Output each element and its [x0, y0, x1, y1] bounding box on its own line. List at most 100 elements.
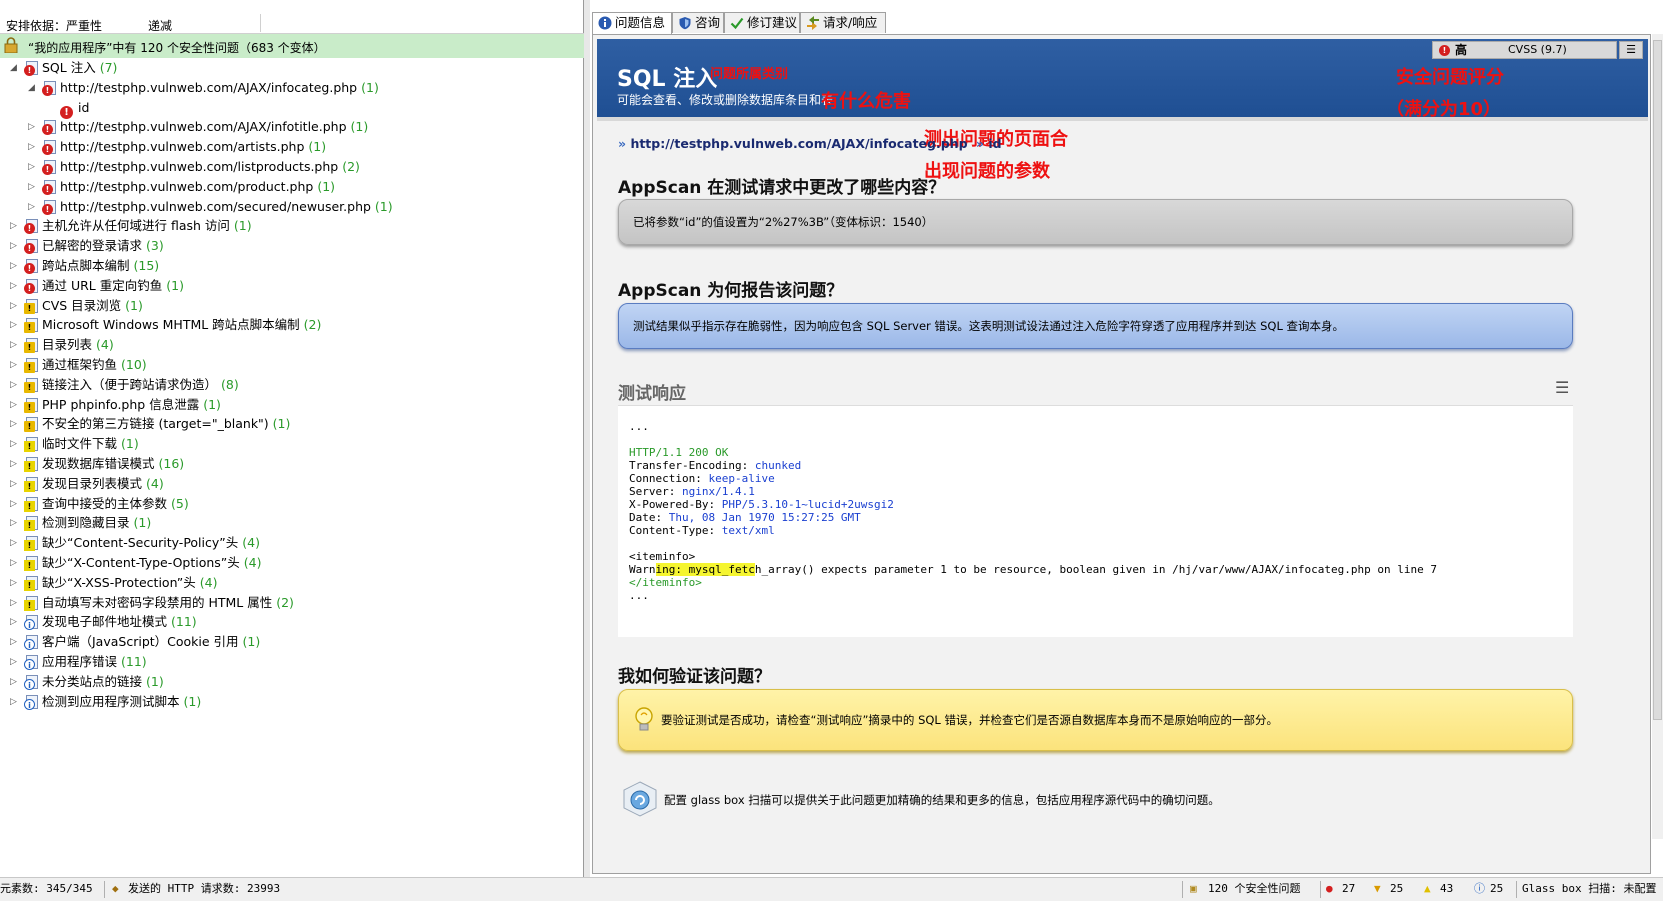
tab-request-response[interactable]: 请求/响应 — [800, 12, 886, 33]
expand-toggle-icon[interactable]: ▷ — [10, 375, 20, 395]
tree-node[interactable]: ▷ i 未分类站点的链接 (1) — [0, 672, 584, 692]
expand-toggle-icon[interactable]: ▷ — [10, 593, 20, 613]
tree-node[interactable]: ▷! CVS 目录浏览 (1) — [0, 296, 584, 316]
tree-node[interactable]: ▷! Microsoft Windows MHTML 跨站点脚本编制 (2) — [0, 315, 584, 335]
issue-summary-row[interactable]: “我的应用程序”中有 120 个安全性问题（683 个变体） — [0, 34, 584, 58]
tree-node[interactable]: ▷! 通过 URL 重定向钓鱼 (1) — [0, 276, 584, 296]
tree-node[interactable]: ▷! http://testphp.vulnweb.com/AJAX/infoti… — [0, 117, 584, 137]
tree-node[interactable]: ▷ i 应用程序错误 (11) — [0, 652, 584, 672]
expand-toggle-icon[interactable]: ▷ — [28, 177, 38, 197]
sort-header[interactable]: 安排依据：严重性 递减 — [0, 12, 584, 34]
vertical-scrollbar[interactable] — [1652, 34, 1663, 839]
issue-url-link[interactable]: http://testphp.vulnweb.com/AJAX/infocate… — [630, 136, 967, 151]
expand-toggle-icon[interactable]: ▷ — [10, 315, 20, 335]
high-severity-issue-icon: ! — [24, 278, 40, 294]
tree-node[interactable]: ▷ i 发现电子邮件地址模式 (11) — [0, 612, 584, 632]
tree-node[interactable]: ▷! http://testphp.vulnweb.com/product.php… — [0, 177, 584, 197]
expand-toggle-icon[interactable]: ▷ — [10, 573, 20, 593]
expand-toggle-icon[interactable]: ▷ — [10, 632, 20, 652]
scrollbar-thumb[interactable] — [1653, 40, 1662, 720]
changed-text: 已将参数“id”的值设置为“2%27%3B”（变体标识：1540） — [633, 215, 934, 229]
expand-toggle-icon[interactable]: ▷ — [10, 553, 20, 573]
tree-node[interactable]: ▷! 跨站点脚本编制 (15) — [0, 256, 584, 276]
tree-node-label: 发现电子邮件地址模式 (11) — [42, 612, 197, 632]
tree-node-count: (2) — [276, 594, 294, 610]
tree-node[interactable]: ▷! 链接注入（便于跨站请求伪造） (8) — [0, 375, 584, 395]
med-severity-issue-icon: ! — [24, 318, 40, 334]
high-severity-issue-icon: ! — [24, 61, 40, 76]
expand-toggle-icon[interactable]: ▷ — [10, 236, 20, 256]
expand-toggle-icon[interactable]: ▷ — [10, 494, 20, 514]
expand-toggle-icon[interactable]: ▷ — [28, 137, 38, 157]
tab-fix-recommendation[interactable]: 修订建议 — [724, 12, 800, 33]
collapse-toggle-icon[interactable]: ◢ — [28, 78, 38, 98]
expand-toggle-icon[interactable]: ▷ — [10, 692, 20, 712]
tree-node[interactable]: ▷! 查询中接受的主体参数 (5) — [0, 494, 584, 514]
tree-node-label: 通过 URL 重定向钓鱼 (1) — [42, 276, 184, 296]
why-heading: AppScan 为何报告该问题？ — [618, 281, 844, 301]
collapse-toggle-icon[interactable]: ◢ — [10, 58, 20, 78]
expand-toggle-icon[interactable]: ▷ — [10, 296, 20, 316]
tree-node[interactable]: ▷! 目录列表 (4) — [0, 335, 584, 355]
tree-node-text: 主机允许从任何域进行 flash 访问 — [42, 218, 230, 234]
tree-node[interactable]: ▷! 缺少“Content-Security-Policy”头 (4) — [0, 533, 584, 553]
lock-icon: ▣ — [1190, 882, 1197, 895]
tree-node[interactable]: ▷! 主机允许从任何域进行 flash 访问 (1) — [0, 216, 584, 236]
expand-toggle-icon[interactable]: ▷ — [10, 474, 20, 494]
tree-node-text: http://testphp.vulnweb.com/product.php — [60, 178, 314, 194]
expand-toggle-icon[interactable]: ▷ — [10, 355, 20, 375]
tree-node[interactable]: ▷ i 客户端（JavaScript）Cookie 引用 (1) — [0, 632, 584, 652]
tree-node[interactable]: ▷! http://testphp.vulnweb.com/listproduct… — [0, 157, 584, 177]
expand-toggle-icon[interactable]: ▷ — [10, 652, 20, 672]
tree-node[interactable]: ▷! http://testphp.vulnweb.com/secured/new… — [0, 197, 584, 217]
tree-node-label: 临时文件下载 (1) — [42, 434, 139, 454]
tree-node-text: PHP phpinfo.php 信息泄露 — [42, 396, 200, 412]
expand-toggle-icon[interactable]: ▷ — [10, 276, 20, 296]
tree-node[interactable]: ▷! http://testphp.vulnweb.com/artists.php… — [0, 137, 584, 157]
tree-node[interactable]: ▷! 发现数据库错误模式 (16) — [0, 454, 584, 474]
tree-node[interactable]: ◢! SQL 注入 (7) — [0, 58, 584, 78]
expand-toggle-icon[interactable]: ▷ — [10, 672, 20, 692]
issue-param-link[interactable]: id — [988, 136, 1001, 151]
issue-tree-panel: 安排依据：严重性 递减 “我的应用程序”中有 120 个安全性问题（683 个变… — [0, 0, 584, 877]
expand-toggle-icon[interactable]: ▷ — [10, 434, 20, 454]
tree-node[interactable]: ! id — [0, 98, 584, 119]
header-separator — [260, 14, 261, 32]
tree-node[interactable]: ▷! 已解密的登录请求 (3) — [0, 236, 584, 256]
tab-issue-info[interactable]: 问题信息 — [592, 12, 672, 34]
expand-toggle-icon[interactable]: ▷ — [10, 612, 20, 632]
list-menu-icon[interactable]: ☰ — [1555, 378, 1569, 397]
sort-by-label[interactable]: 安排依据：严重性 — [6, 17, 102, 34]
tree-node[interactable]: ▷! 缺少“X-Content-Type-Options”头 (4) — [0, 553, 584, 573]
expand-toggle-icon[interactable]: ▷ — [10, 216, 20, 236]
tree-node[interactable]: ▷! 检测到隐藏目录 (1) — [0, 513, 584, 533]
response-header: Transfer-Encoding: chunked — [629, 459, 801, 472]
expand-toggle-icon[interactable]: ▷ — [28, 117, 38, 137]
tree-node[interactable]: ▷! 通过框架钓鱼 (10) — [0, 355, 584, 375]
tree-node-count: (4) — [96, 337, 114, 353]
sort-direction-label[interactable]: 递减 — [148, 17, 172, 34]
tree-node[interactable]: ▷! 临时文件下载 (1) — [0, 434, 584, 454]
expand-toggle-icon[interactable]: ▷ — [10, 533, 20, 553]
expand-toggle-icon[interactable]: ▷ — [28, 197, 38, 217]
tree-node[interactable]: ▷! 不安全的第三方链接 (target="_blank") (1) — [0, 414, 584, 434]
expand-toggle-icon[interactable]: ▷ — [10, 335, 20, 355]
tree-node[interactable]: ▷! 自动填写未对密码字段禁用的 HTML 属性 (2) — [0, 593, 584, 613]
tab-advisory[interactable]: 咨询 — [672, 12, 724, 33]
expand-toggle-icon[interactable]: ▷ — [28, 157, 38, 177]
tree-node[interactable]: ◢! http://testphp.vulnweb.com/AJAX/infoca… — [0, 78, 584, 98]
tree-node[interactable]: ▷ i 检测到应用程序测试脚本 (1) — [0, 692, 584, 712]
expand-toggle-icon[interactable]: ▷ — [10, 395, 20, 415]
tree-node[interactable]: ▷! PHP phpinfo.php 信息泄露 (1) — [0, 395, 584, 415]
expand-toggle-icon[interactable]: ▷ — [10, 256, 20, 276]
tree-node-label: 跨站点脚本编制 (15) — [42, 256, 159, 276]
high-severity-issue-icon: ! — [42, 140, 58, 156]
expand-toggle-icon[interactable]: ▷ — [10, 414, 20, 434]
tree-node[interactable]: ▷! 发现目录列表模式 (4) — [0, 474, 584, 494]
expand-toggle-icon[interactable]: ▷ — [10, 513, 20, 533]
menu-icon[interactable]: ☰ — [1619, 41, 1643, 59]
changed-box: 已将参数“id”的值设置为“2%27%3B”（变体标识：1540） — [618, 199, 1573, 245]
tree-node[interactable]: ▷! 缺少“X-XSS-Protection”头 (4) — [0, 573, 584, 593]
tree-node-text: 发现电子邮件地址模式 — [42, 614, 168, 630]
expand-toggle-icon[interactable]: ▷ — [10, 454, 20, 474]
